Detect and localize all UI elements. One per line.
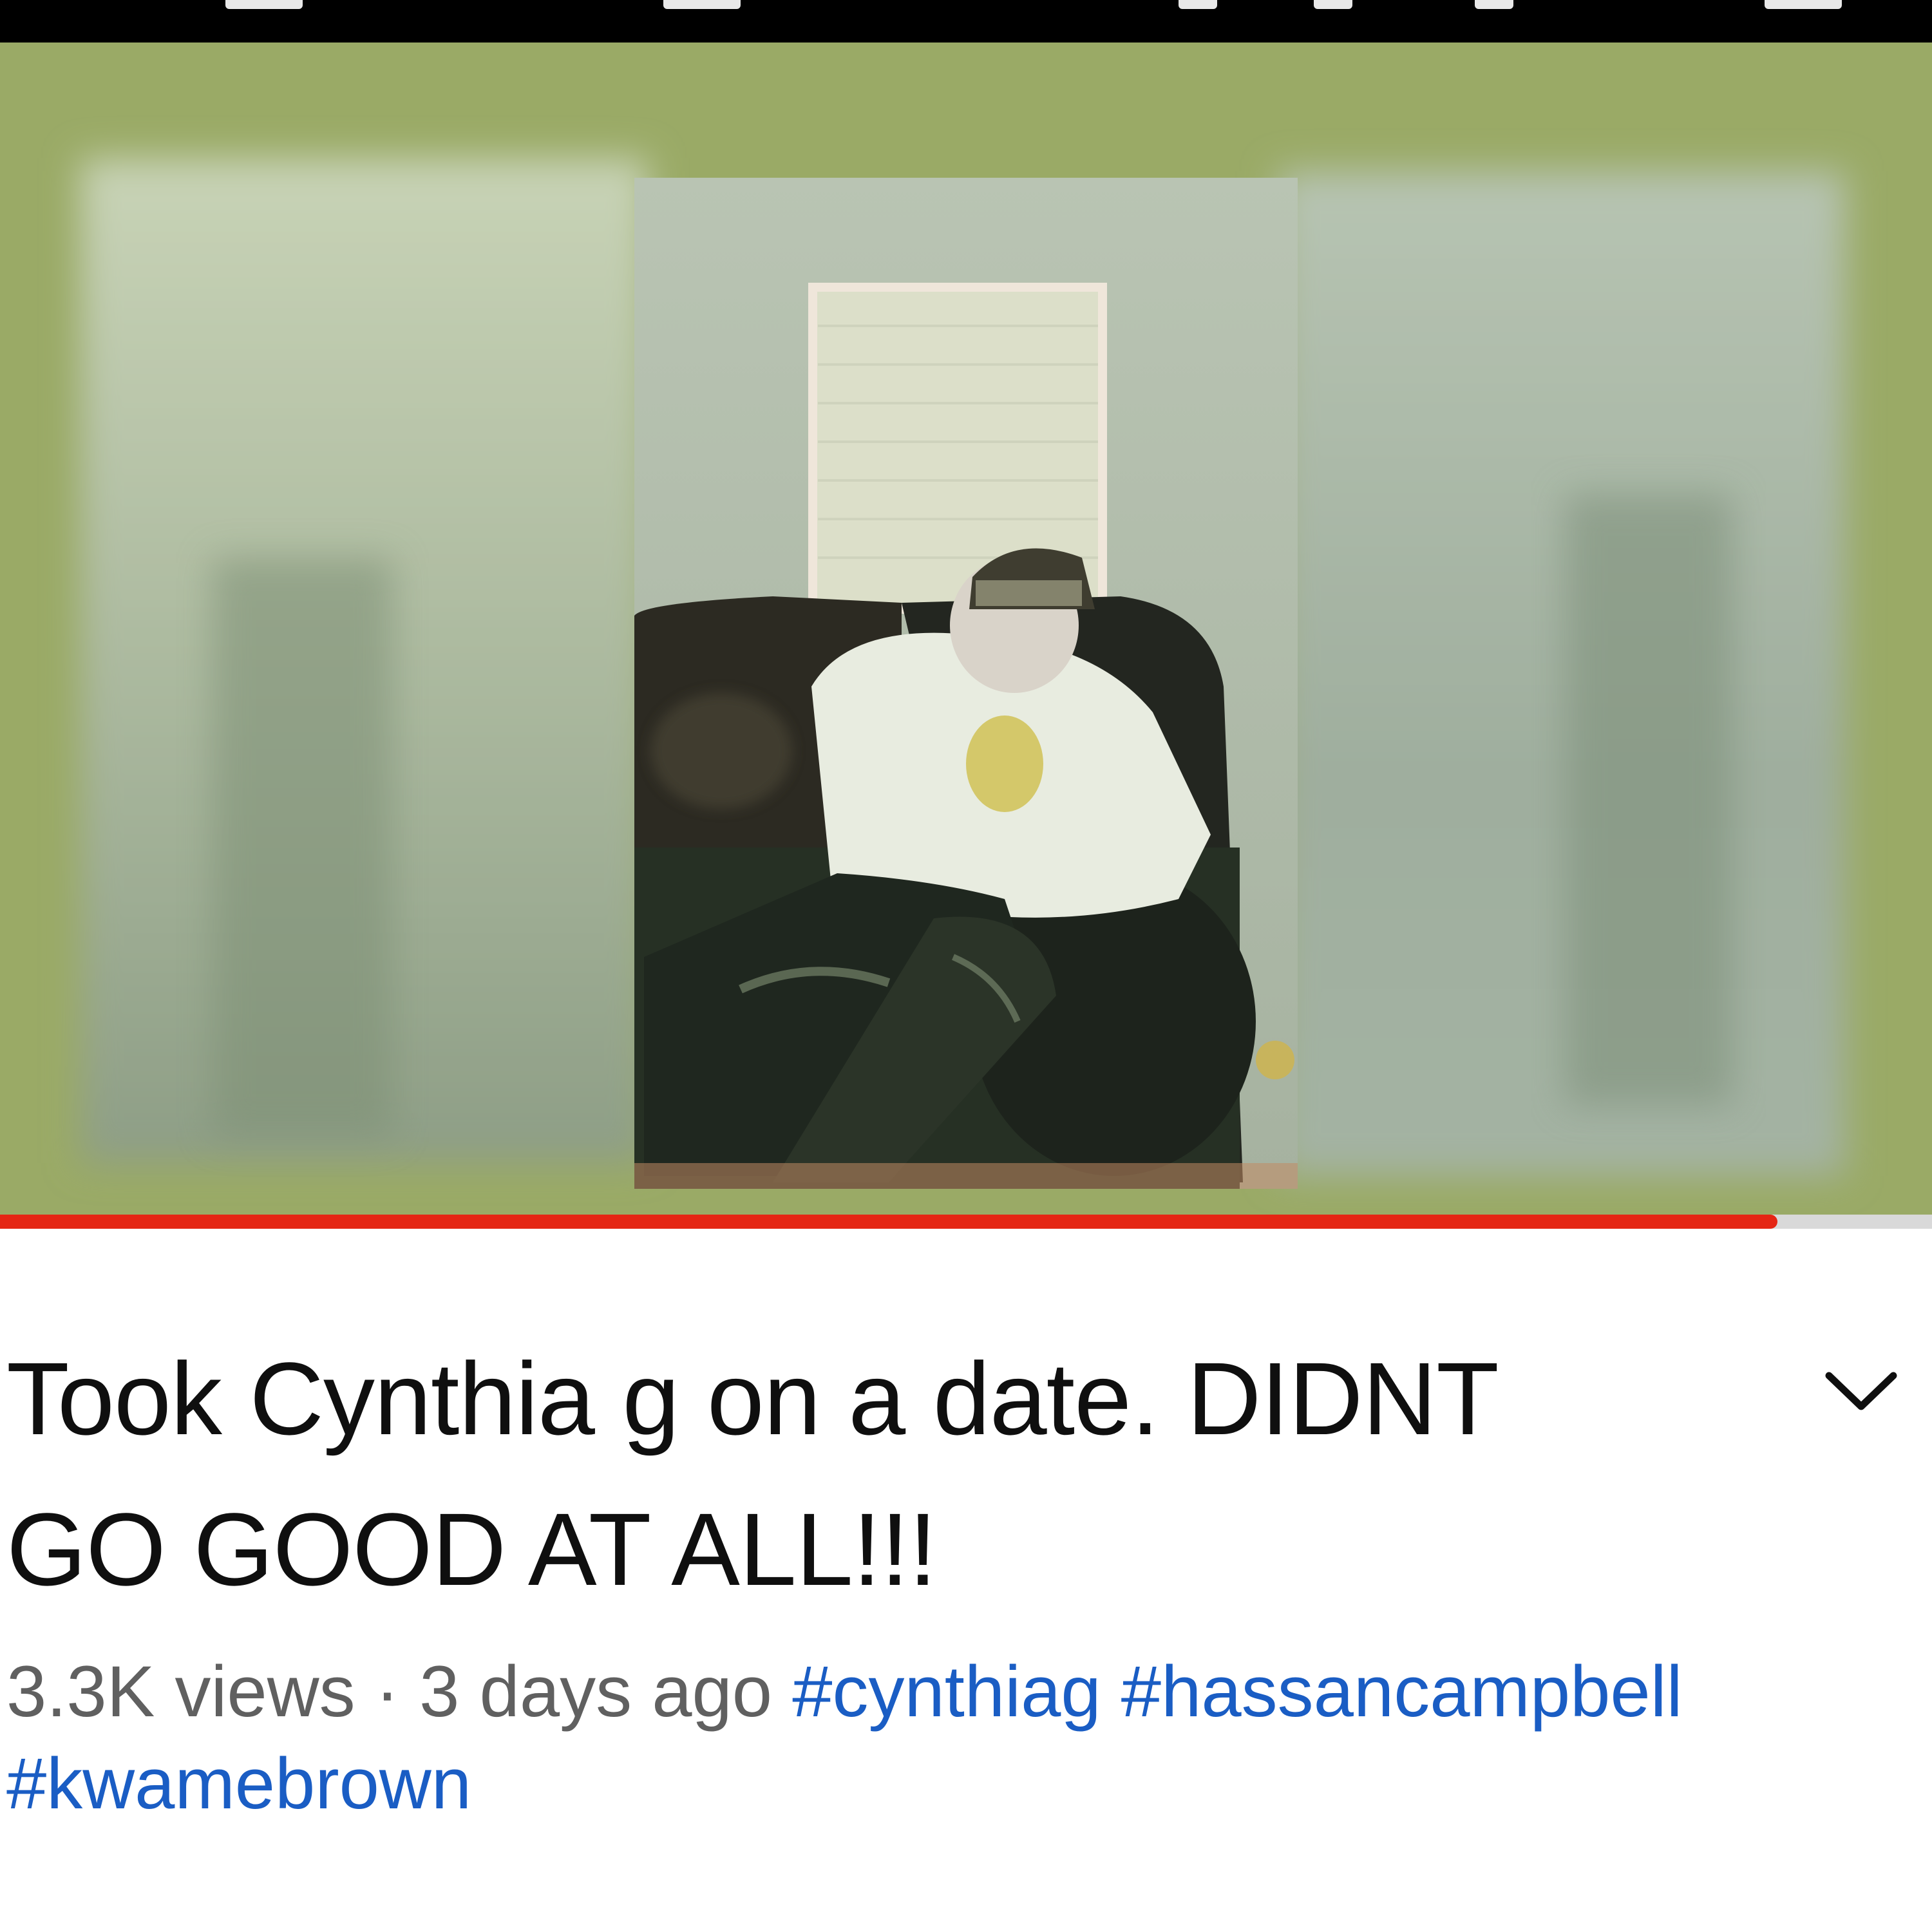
status-icon <box>1314 0 1352 9</box>
status-bar <box>0 0 1932 43</box>
status-icon <box>225 0 303 9</box>
chevron-down-icon <box>1825 1372 1897 1410</box>
progress-fill <box>0 1215 1777 1229</box>
video-frame <box>0 43 1932 1221</box>
hashtag-link[interactable]: #kwamebrown <box>6 1743 471 1824</box>
video-scene <box>634 178 1298 1189</box>
meta-separator: · <box>375 1651 399 1732</box>
status-icon <box>1179 0 1217 9</box>
video-player[interactable] <box>0 43 1932 1221</box>
status-icon <box>1475 0 1513 9</box>
progress-bar[interactable] <box>0 1215 1932 1229</box>
video-title[interactable]: Took Cynthia g on a date. DIDNT GO GOOD … <box>6 1323 1578 1625</box>
video-meta: 3.3K views · 3 days ago #cynthiag #hassa… <box>6 1645 1913 1830</box>
expand-description-button[interactable] <box>1816 1359 1906 1423</box>
upload-age: 3 days ago <box>419 1651 773 1732</box>
signal-icon <box>1765 0 1842 9</box>
hashtag-link[interactable]: #cynthiag <box>792 1651 1101 1732</box>
view-count: 3.3K views <box>6 1651 355 1732</box>
hashtag-link[interactable]: #hassancampbell <box>1121 1651 1683 1732</box>
status-icon <box>663 0 741 9</box>
blurred-right-panel <box>1278 171 1845 1176</box>
